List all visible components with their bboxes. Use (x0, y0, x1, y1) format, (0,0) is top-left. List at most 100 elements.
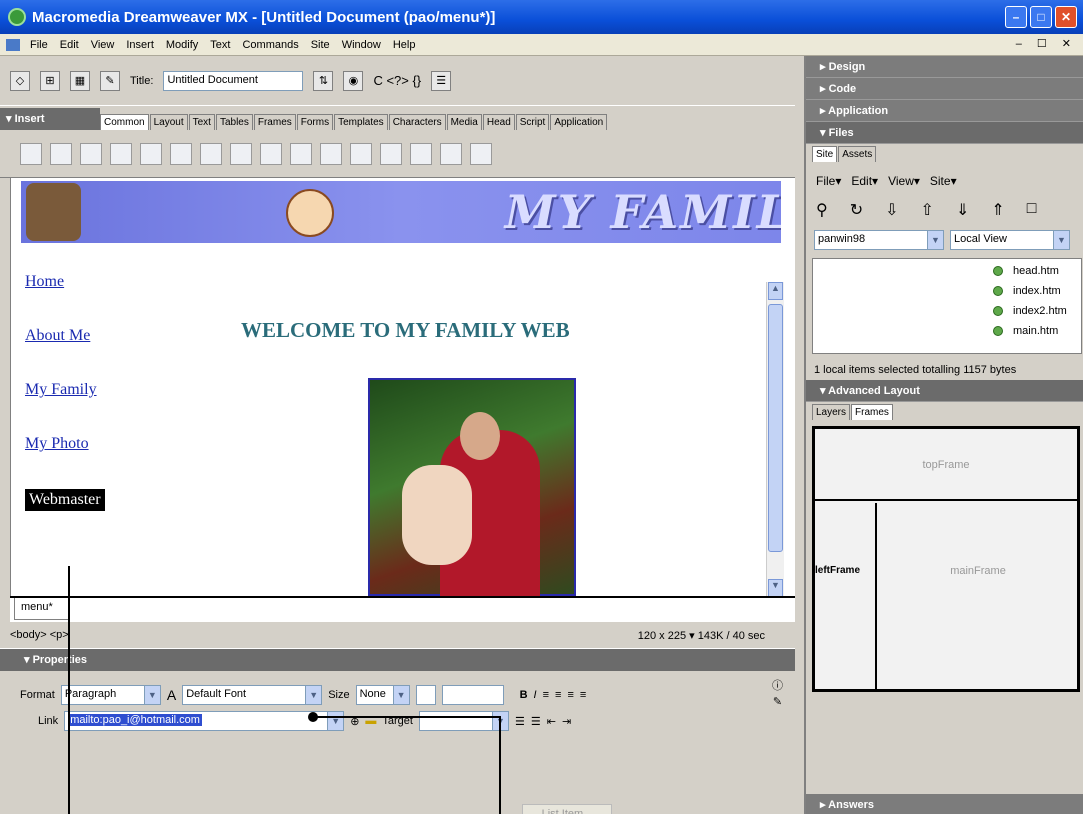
files-menu-file[interactable]: File▾ (816, 174, 841, 188)
list-item[interactable]: head.htm (993, 265, 1059, 277)
target-select[interactable]: ▼ (418, 711, 509, 731)
format-select[interactable]: Paragraph ▼ (60, 685, 161, 705)
nav-link-my-family[interactable]: My Family (25, 381, 105, 435)
document-scrollbar[interactable]: ▲ ▼ (766, 282, 784, 596)
get-file-icon[interactable]: ⇩ (885, 200, 898, 220)
tab-tables[interactable]: Tables (215, 114, 253, 130)
help-icon[interactable]: ⓘ (772, 677, 783, 693)
advanced-layout-header[interactable]: ▾ Advanced Layout (806, 380, 1083, 402)
align-left-icon[interactable]: ≡ (543, 689, 549, 701)
tab-forms[interactable]: Forms (296, 114, 334, 130)
window-size-info[interactable]: 120 x 225 ▾ 143K / 40 sec (638, 629, 765, 642)
scroll-up-icon[interactable]: ▲ (768, 282, 783, 300)
tag-selector[interactable]: <body> <p> (10, 629, 69, 641)
site-select[interactable]: panwin98 ▼ (814, 230, 944, 250)
files-menu-edit[interactable]: Edit▾ (851, 174, 878, 188)
insert-panel-header[interactable]: ▾ Insert (0, 108, 100, 130)
horizontal-rule-icon[interactable] (350, 142, 372, 165)
menu-file[interactable]: File (24, 39, 54, 51)
scroll-thumb[interactable] (768, 304, 783, 552)
tab-assets[interactable]: Assets (838, 146, 877, 162)
list-item[interactable]: main.htm (993, 325, 1058, 337)
tab-script[interactable]: Script (515, 114, 550, 130)
ordered-list-icon[interactable]: ☰ (531, 715, 541, 728)
comment-icon[interactable] (440, 142, 462, 165)
tab-application[interactable]: Application (550, 114, 608, 130)
list-item[interactable]: index2.htm (993, 305, 1067, 317)
scroll-down-icon[interactable]: ▼ (768, 579, 783, 596)
view-options-icon[interactable]: ☰ (431, 70, 452, 91)
code-glyphs[interactable]: C <?> {} (373, 73, 421, 88)
tab-site[interactable]: Site (812, 146, 838, 162)
refresh-icon[interactable]: ↻ (850, 200, 863, 220)
indent-icon[interactable]: ⇥ (562, 715, 571, 728)
application-panel-header[interactable]: ▸ Application (806, 100, 1083, 122)
fireworks-icon[interactable] (290, 142, 312, 165)
nav-link-home[interactable]: Home (25, 273, 105, 327)
minimize-button[interactable]: – (1005, 6, 1027, 28)
named-anchor-icon[interactable] (80, 142, 102, 165)
tab-templates[interactable]: Templates (334, 114, 388, 130)
menu-modify[interactable]: Modify (160, 39, 204, 51)
tab-layout[interactable]: Layout (149, 114, 188, 130)
layer-icon[interactable] (140, 142, 162, 165)
doc-tab-menu[interactable]: menu* (14, 598, 70, 620)
list-item[interactable]: index.htm (993, 285, 1061, 297)
hyperlink-icon[interactable] (20, 142, 42, 165)
check-out-icon[interactable]: ⇓ (956, 200, 969, 220)
files-menu-view[interactable]: View▾ (888, 174, 920, 188)
size-select[interactable]: None ▼ (355, 685, 410, 705)
menu-commands[interactable]: Commands (236, 39, 304, 51)
color-input[interactable] (441, 685, 504, 705)
files-list[interactable]: head.htm index.htm index2.htm main.htm (812, 258, 1082, 354)
left-frame[interactable]: leftFrame (815, 503, 877, 689)
link-input[interactable]: mailto:pao_i@hotmail.com ▼ (64, 711, 345, 731)
template-icon[interactable] (470, 142, 492, 165)
outdent-icon[interactable]: ⇤ (547, 715, 556, 728)
preview-browser-icon[interactable]: ◉ (343, 70, 364, 91)
image-icon[interactable] (170, 142, 192, 165)
font-icon[interactable]: A (167, 687, 176, 703)
maximize-button[interactable]: □ (1030, 6, 1052, 28)
files-menu-site[interactable]: Site▾ (930, 174, 957, 188)
document-window-controls[interactable]: – ☐ ✕ (1016, 37, 1077, 50)
split-view-icon[interactable]: ⊞ (40, 70, 60, 91)
nav-link-my-photo[interactable]: My Photo (25, 435, 105, 489)
tab-frames-panel[interactable]: Frames (851, 404, 893, 420)
tab-characters[interactable]: Characters (388, 114, 446, 130)
date-icon[interactable] (380, 142, 402, 165)
nav-webmaster-selected[interactable]: Webmaster (25, 489, 105, 511)
design-panel-header[interactable]: ▸ Design (806, 56, 1083, 78)
italic-icon[interactable]: I (534, 689, 537, 701)
menu-site[interactable]: Site (305, 39, 336, 51)
top-frame[interactable]: topFrame (815, 429, 1077, 501)
menu-edit[interactable]: Edit (54, 39, 85, 51)
view-select[interactable]: Local View ▼ (950, 230, 1070, 250)
files-panel-header[interactable]: ▾ Files (806, 122, 1083, 144)
live-data-icon[interactable]: ✎ (100, 70, 120, 91)
shockwave-icon[interactable] (260, 142, 282, 165)
justify-icon[interactable]: ≡ (580, 689, 586, 701)
tab-text[interactable]: Text (188, 114, 215, 130)
menu-window[interactable]: Window (336, 39, 387, 51)
align-center-icon[interactable]: ≡ (555, 689, 561, 701)
font-select[interactable]: Default Font ▼ (182, 685, 323, 705)
properties-header[interactable]: ▾ Properties (0, 649, 795, 671)
close-button[interactable]: ✕ (1055, 6, 1077, 28)
check-in-icon[interactable]: ⇑ (991, 200, 1004, 220)
align-right-icon[interactable]: ≡ (567, 689, 573, 701)
tab-head[interactable]: Head (482, 114, 515, 130)
nav-link-about-me[interactable]: About Me (25, 327, 105, 381)
menu-view[interactable]: View (85, 39, 121, 51)
main-frame[interactable]: mainFrame (879, 503, 1077, 689)
design-view-icon[interactable]: ▦ (70, 70, 90, 91)
code-view-icon[interactable]: ◇ (10, 70, 30, 91)
expand-icon[interactable]: □ (1027, 200, 1037, 220)
list-item-button[interactable]: List Item... (522, 804, 612, 814)
bold-icon[interactable]: B (520, 689, 528, 701)
quick-tag-icon[interactable]: ✎ (773, 695, 782, 708)
answers-panel-header[interactable]: ▸ Answers (806, 794, 1083, 814)
put-file-icon[interactable]: ⇧ (921, 200, 934, 220)
tab-common[interactable]: Common (100, 114, 149, 130)
menu-text[interactable]: Text (204, 39, 236, 51)
